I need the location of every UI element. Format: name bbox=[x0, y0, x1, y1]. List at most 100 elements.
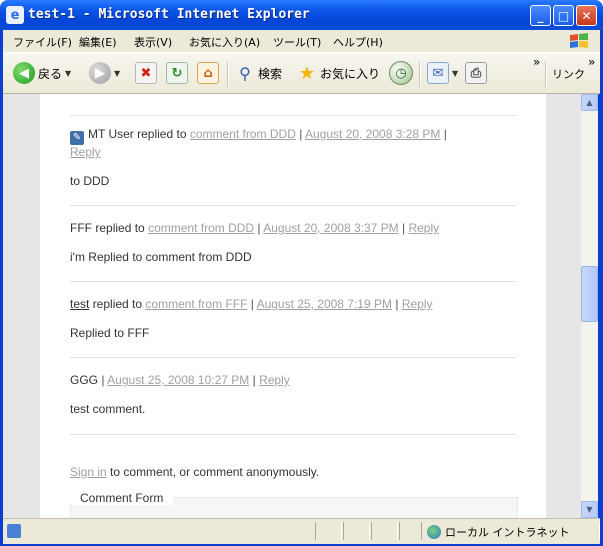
comment-header: test replied to comment from FFF | Augus… bbox=[70, 296, 433, 312]
history-icon: ◷ bbox=[389, 61, 413, 85]
windows-logo-icon bbox=[570, 33, 588, 48]
scroll-thumb[interactable] bbox=[581, 266, 598, 322]
comment-divider bbox=[70, 115, 516, 116]
maximize-button[interactable]: □ bbox=[553, 5, 574, 26]
menu-file[interactable]: ファイル(F) bbox=[13, 34, 72, 50]
reply-link[interactable]: Reply bbox=[259, 373, 290, 387]
refresh-button[interactable]: ↻ bbox=[166, 61, 188, 85]
browser-window: e test-1 - Microsoft Internet Explorer _… bbox=[0, 0, 603, 546]
separator: | bbox=[257, 221, 261, 235]
comment-header: ✎ MT User replied to comment from DDD | A… bbox=[70, 126, 447, 145]
status-pane bbox=[315, 522, 342, 540]
blog-page: ✎ MT User replied to comment from DDD | A… bbox=[40, 94, 546, 518]
toolbar-more-icon[interactable]: » bbox=[533, 55, 540, 69]
comment-divider bbox=[70, 205, 516, 206]
toolbar-separator bbox=[419, 61, 420, 87]
comment-date-link[interactable]: August 25, 2008 7:19 PM bbox=[257, 297, 392, 311]
menu-edit[interactable]: 編集(E) bbox=[79, 34, 117, 50]
toolbar: ◀ 戻る ▼ ▶ ▼ ✖ ↻ ⌂ ⚲ 検索 ★ お気に入り ◷ ✉ ▼ ⎙ » … bbox=[3, 52, 600, 94]
separator: | bbox=[402, 221, 406, 235]
replied-to-text: replied to bbox=[95, 221, 145, 235]
comment-date-link[interactable]: August 25, 2008 10:27 PM bbox=[107, 373, 249, 387]
title-bar[interactable]: e test-1 - Microsoft Internet Explorer _… bbox=[0, 0, 603, 30]
history-button[interactable]: ◷ bbox=[389, 61, 413, 85]
separator: | bbox=[443, 127, 447, 141]
links-label[interactable]: リンク bbox=[552, 66, 585, 82]
comment-body: i'm Replied to comment from DDD bbox=[70, 250, 252, 264]
comment-date-link[interactable]: August 20, 2008 3:37 PM bbox=[263, 221, 398, 235]
scroll-up-button[interactable]: ▲ bbox=[581, 94, 598, 111]
wrench-icon: ✎ bbox=[70, 131, 84, 145]
forward-dropdown-icon[interactable]: ▼ bbox=[114, 69, 120, 78]
comment-body: Replied to FFF bbox=[70, 326, 150, 340]
comment-author: FFF bbox=[70, 221, 92, 235]
comment-author: GGG bbox=[70, 373, 99, 387]
comment-header: GGG | August 25, 2008 10:27 PM | Reply bbox=[70, 372, 290, 388]
comment-form-legend: Comment Form bbox=[70, 491, 174, 505]
menu-help[interactable]: ヘルプ(H) bbox=[333, 34, 383, 50]
scroll-down-button[interactable]: ▼ bbox=[581, 501, 598, 518]
home-button[interactable]: ⌂ bbox=[197, 61, 219, 85]
reply-target-link[interactable]: comment from DDD bbox=[148, 221, 254, 235]
vertical-scrollbar[interactable]: ▲ ▼ bbox=[581, 94, 598, 518]
page-viewport: ✎ MT User replied to comment from DDD | A… bbox=[3, 94, 581, 518]
mail-button[interactable]: ✉ ▼ bbox=[427, 61, 458, 85]
separator: | bbox=[299, 127, 303, 141]
toolbar-separator bbox=[545, 61, 546, 87]
security-zone[interactable]: ローカル イントラネット bbox=[427, 524, 570, 540]
comment-author-link[interactable]: test bbox=[70, 297, 89, 311]
forward-button[interactable]: ▶ ▼ bbox=[89, 61, 120, 85]
refresh-icon: ↻ bbox=[166, 62, 188, 84]
links-more-icon[interactable]: » bbox=[588, 55, 595, 69]
status-pane bbox=[371, 522, 398, 540]
comment-body: to DDD bbox=[70, 174, 110, 188]
favorites-button[interactable]: ★ お気に入り bbox=[297, 61, 380, 85]
menu-favorites[interactable]: お気に入り(A) bbox=[189, 34, 260, 50]
signin-text: to comment, or comment anonymously. bbox=[110, 465, 320, 479]
print-button[interactable]: ⎙ bbox=[465, 61, 487, 85]
menu-view[interactable]: 表示(V) bbox=[134, 34, 172, 50]
reply-link[interactable]: Reply bbox=[408, 221, 439, 235]
comment-header: FFF replied to comment from DDD | August… bbox=[70, 220, 439, 236]
search-label: 検索 bbox=[258, 66, 283, 81]
reply-link[interactable]: Reply bbox=[70, 145, 101, 159]
status-pane bbox=[399, 522, 422, 540]
comment-divider bbox=[70, 281, 516, 282]
home-icon: ⌂ bbox=[197, 62, 219, 84]
back-button[interactable]: ◀ 戻る ▼ bbox=[13, 61, 71, 85]
zone-label: ローカル イントラネット bbox=[445, 526, 570, 539]
search-icon: ⚲ bbox=[239, 63, 251, 83]
comment-date-link[interactable]: August 20, 2008 3:28 PM bbox=[305, 127, 440, 141]
forward-arrow-icon: ▶ bbox=[89, 62, 111, 84]
signin-link[interactable]: Sign in bbox=[70, 465, 107, 479]
separator: | bbox=[101, 373, 105, 387]
close-button[interactable]: ✕ bbox=[576, 5, 597, 26]
back-label: 戻る bbox=[38, 66, 63, 81]
menu-bar: ファイル(F) 編集(E) 表示(V) お気に入り(A) ツール(T) ヘルプ(… bbox=[3, 30, 600, 52]
comment-author: MT User bbox=[88, 127, 134, 141]
replied-to-text: replied to bbox=[137, 127, 187, 141]
back-dropdown-icon[interactable]: ▼ bbox=[65, 69, 71, 78]
comment-divider bbox=[70, 434, 516, 435]
reply-target-link[interactable]: comment from DDD bbox=[190, 127, 296, 141]
search-button[interactable]: ⚲ 検索 bbox=[235, 61, 282, 85]
intranet-globe-icon bbox=[427, 525, 441, 539]
favorites-label: お気に入り bbox=[320, 66, 381, 81]
status-bar: ローカル イントラネット bbox=[3, 518, 600, 544]
stop-icon: ✖ bbox=[135, 62, 157, 84]
reply-link[interactable]: Reply bbox=[402, 297, 433, 311]
ie-icon: e bbox=[6, 6, 24, 24]
reply-target-link[interactable]: comment from FFF bbox=[145, 297, 247, 311]
printer-icon: ⎙ bbox=[465, 62, 487, 84]
menu-tools[interactable]: ツール(T) bbox=[273, 34, 321, 50]
comment-body: test comment. bbox=[70, 402, 146, 416]
separator: | bbox=[250, 297, 254, 311]
status-pane bbox=[343, 522, 370, 540]
minimize-button[interactable]: _ bbox=[530, 5, 551, 26]
stop-button[interactable]: ✖ bbox=[135, 61, 157, 85]
back-arrow-icon: ◀ bbox=[13, 62, 35, 84]
mail-dropdown-icon[interactable]: ▼ bbox=[452, 69, 458, 78]
comment-divider bbox=[70, 357, 516, 358]
comment-reply-row: Reply bbox=[70, 144, 101, 160]
separator: | bbox=[252, 373, 256, 387]
